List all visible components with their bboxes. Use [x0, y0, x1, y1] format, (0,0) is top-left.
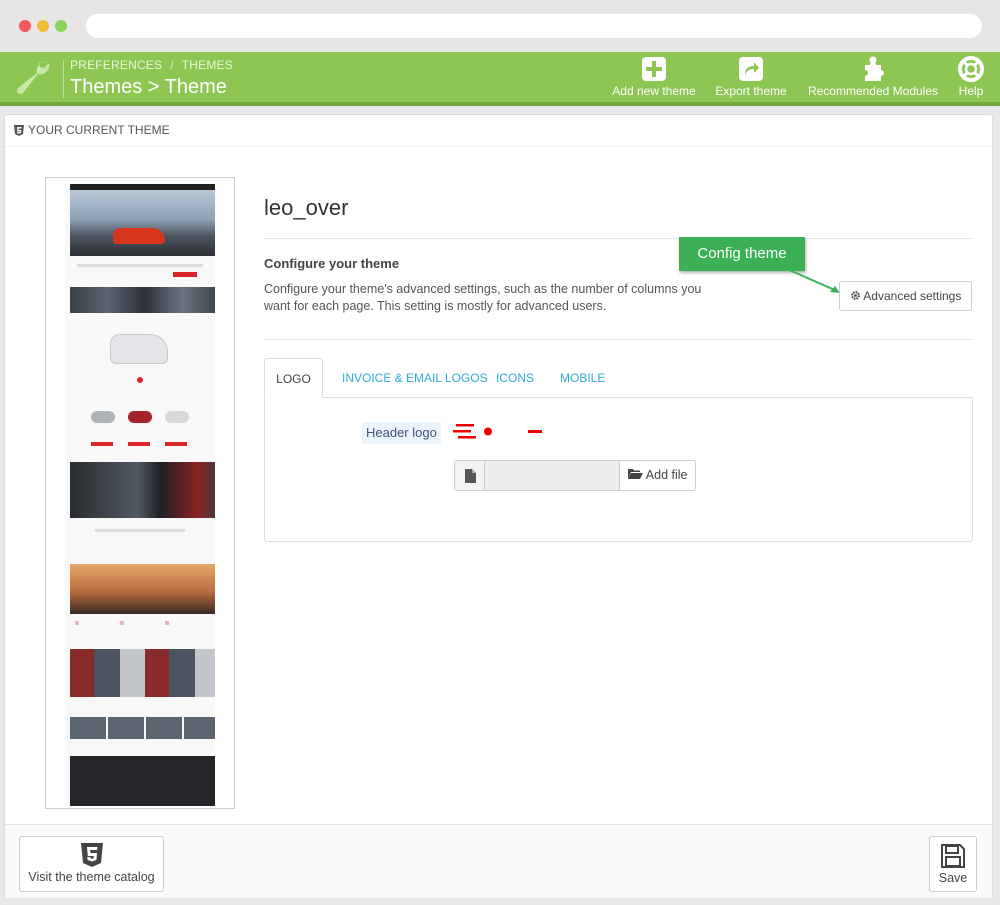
tab-icons[interactable]: ICONS	[496, 358, 534, 398]
advanced-settings-label: Advanced settings	[863, 289, 962, 303]
configure-title: Configure your theme	[264, 256, 400, 271]
tab-invoice-email-logos[interactable]: INVOICE & EMAIL LOGOS	[342, 358, 488, 398]
header-separator	[63, 60, 64, 98]
recommended-modules-label: Recommended Modules	[807, 84, 939, 98]
browser-chrome	[0, 0, 1000, 52]
lifebuoy-icon	[958, 56, 984, 82]
gear-icon	[850, 291, 860, 300]
save-icon	[941, 844, 965, 868]
divider	[264, 339, 973, 340]
tab-mobile[interactable]: MOBILE	[560, 358, 605, 398]
plus-square-icon	[642, 57, 666, 81]
advanced-settings-button[interactable]: Advanced settings	[839, 281, 972, 311]
add-new-theme-label: Add new theme	[612, 84, 696, 98]
theme-preview-thumbnail	[65, 184, 215, 806]
file-icon	[455, 461, 485, 490]
address-bar[interactable]	[86, 14, 982, 38]
wrench-icon	[16, 61, 50, 95]
panel-heading: YOUR CURRENT THEME	[5, 115, 992, 147]
breadcrumb-preferences[interactable]: PREFERENCES	[70, 58, 162, 72]
save-button[interactable]: Save	[929, 836, 977, 892]
theme-name: leo_over	[264, 195, 349, 220]
annotation-marks-icon	[453, 424, 542, 439]
html5-icon	[14, 125, 24, 136]
recommended-modules-button[interactable]: Recommended Modules	[800, 56, 946, 98]
help-button[interactable]: Help	[952, 56, 990, 98]
divider	[264, 238, 973, 239]
panel-heading-title: YOUR CURRENT THEME	[28, 123, 170, 137]
configure-description: Configure your theme's advanced settings…	[264, 282, 702, 313]
help-label: Help	[958, 84, 984, 98]
header-logo-file-input[interactable]: Add file	[454, 460, 696, 491]
theme-preview-image	[45, 177, 235, 809]
add-new-theme-button[interactable]: Add new theme	[606, 56, 702, 98]
tab-logo[interactable]: LOGO	[264, 358, 323, 398]
header-logo-label: Header logo	[362, 422, 441, 444]
minimize-window-dot[interactable]	[37, 20, 49, 32]
folder-open-icon	[628, 469, 643, 479]
add-file-label: Add file	[645, 468, 688, 482]
share-icon	[739, 57, 763, 81]
callout-arrow-icon	[786, 268, 840, 293]
theme-tabs: LOGO INVOICE & EMAIL LOGOS ICONS MOBILE	[264, 358, 973, 398]
current-theme-panel: YOUR CURRENT THEME leo_over Configure yo…	[4, 114, 993, 898]
visit-theme-catalog-label: Visit the theme catalog	[28, 870, 155, 884]
visit-theme-catalog-button[interactable]: Visit the theme catalog	[19, 836, 164, 892]
html5-icon	[80, 843, 103, 867]
close-window-dot[interactable]	[19, 20, 31, 32]
page-title: Themes > Theme	[70, 76, 227, 98]
config-theme-callout: Config theme	[679, 237, 805, 271]
breadcrumb: PREFERENCES / THEMES	[70, 58, 233, 72]
add-file-button[interactable]: Add file	[619, 461, 695, 490]
save-label: Save	[938, 871, 968, 885]
maximize-window-dot[interactable]	[55, 20, 67, 32]
breadcrumb-themes[interactable]: THEMES	[182, 58, 233, 72]
panel-footer: Visit the theme catalog Save	[5, 824, 992, 898]
page-header: PREFERENCES / THEMES Themes > Theme Add ne…	[0, 52, 1000, 106]
export-theme-label: Export theme	[715, 84, 787, 98]
export-theme-button[interactable]: Export theme	[710, 56, 792, 98]
puzzle-icon	[865, 56, 884, 81]
file-name-field[interactable]	[485, 461, 619, 490]
